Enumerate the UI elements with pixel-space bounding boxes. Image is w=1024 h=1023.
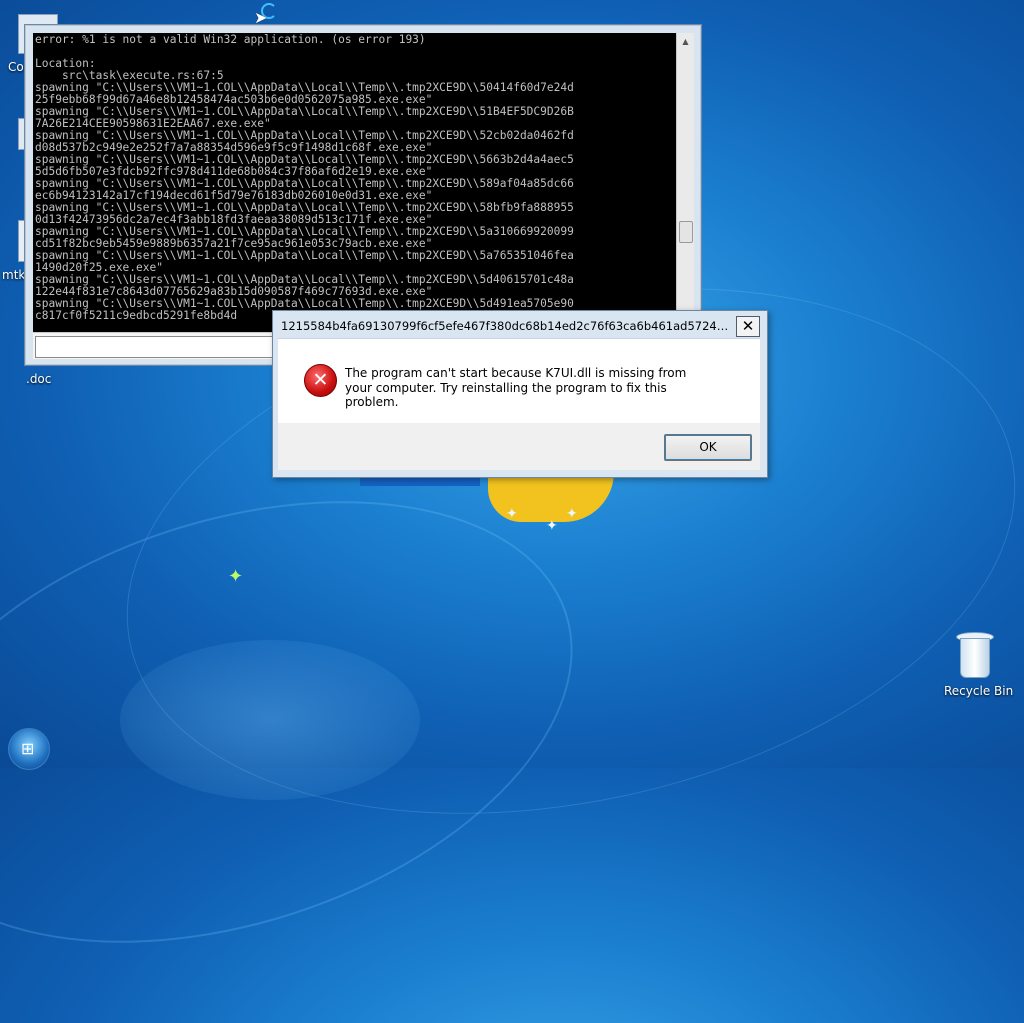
windows-logo-icon: ⊞: [21, 739, 35, 758]
error-dialog[interactable]: 1215584b4fa69130799f6cf5efe467f380dc68b1…: [272, 310, 768, 478]
recycle-bin-label: Recycle Bin: [944, 684, 1014, 698]
desktop-icon-doc[interactable]: .doc: [26, 370, 51, 386]
vertical-scrollbar[interactable]: ▲: [676, 33, 694, 332]
dialog-title: 1215584b4fa69130799f6cf5efe467f380dc68b1…: [281, 319, 733, 333]
scrollbar-thumb[interactable]: [679, 221, 693, 243]
scroll-up-arrow-icon[interactable]: ▲: [677, 33, 694, 50]
mouse-pointer-icon: ➤: [254, 8, 268, 27]
desktop-icon-recycle-bin[interactable]: Recycle Bin: [944, 682, 1013, 698]
close-button[interactable]: ✕: [736, 316, 760, 337]
start-button[interactable]: ⊞: [8, 728, 50, 770]
desktop-icon-label: .doc: [26, 372, 52, 386]
desktop-icon-computer[interactable]: Co: [8, 58, 24, 74]
sparkle-icon: ✦: [566, 506, 578, 522]
dialog-message: The program can't start because K7UI.dll…: [345, 366, 687, 409]
sparkle-icon: ✦: [546, 518, 558, 534]
dialog-body: ✕ The program can't start because K7UI.d…: [278, 338, 760, 423]
dialog-footer: OK: [278, 423, 760, 470]
dialog-titlebar[interactable]: 1215584b4fa69130799f6cf5efe467f380dc68b1…: [278, 316, 760, 338]
ok-button[interactable]: OK: [664, 434, 752, 461]
wallpaper-glow: [120, 640, 420, 800]
console-output[interactable]: error: %1 is not a valid Win32 applicati…: [33, 33, 676, 332]
recycle-bin-icon[interactable]: [952, 632, 996, 682]
sparkle-icon: ✦: [228, 566, 244, 587]
console-text: error: %1 is not a valid Win32 applicati…: [35, 33, 574, 322]
desktop-icon-label: Co: [8, 60, 24, 74]
desktop-icon-label: mtk: [2, 268, 26, 282]
sparkle-icon: ✦: [506, 506, 518, 522]
error-icon: ✕: [304, 364, 337, 397]
desktop-icon-mtk[interactable]: mtk: [2, 266, 25, 282]
